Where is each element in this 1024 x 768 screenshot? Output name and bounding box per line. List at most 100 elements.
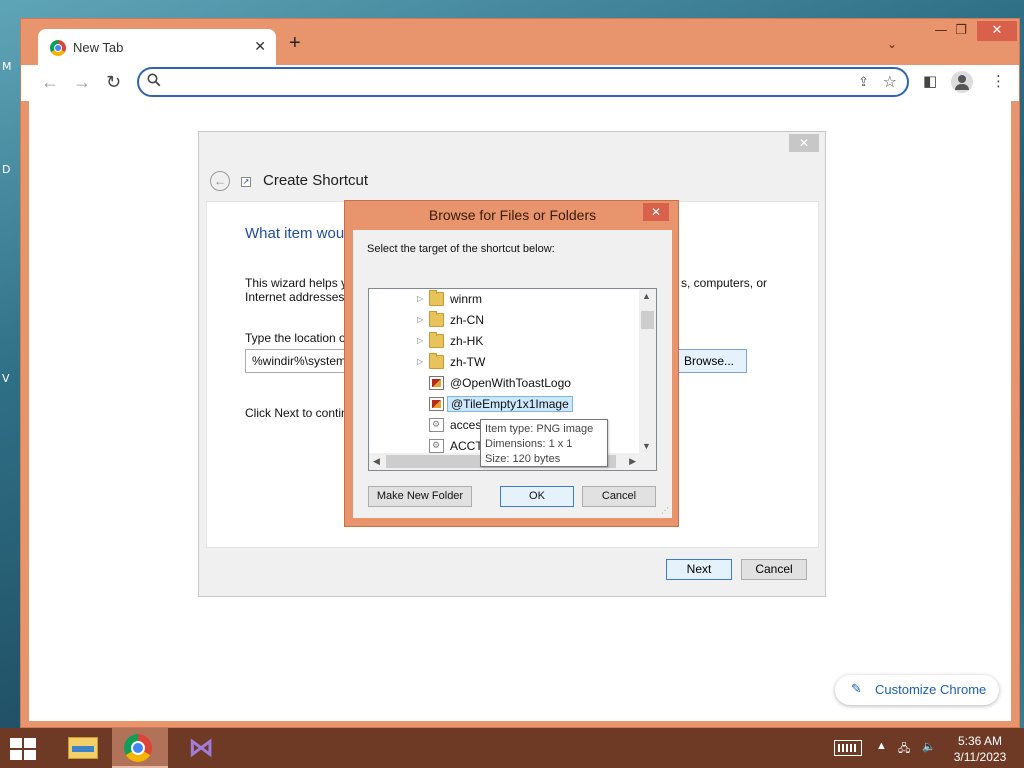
chrome-icon xyxy=(50,40,66,56)
windows-logo-icon xyxy=(10,738,22,748)
close-window-button[interactable]: ✕ xyxy=(977,21,1017,41)
wizard-title: Create Shortcut xyxy=(263,172,369,189)
scroll-down-icon[interactable]: ▼ xyxy=(642,441,651,451)
expand-arrow-icon[interactable]: ▷ xyxy=(417,294,423,303)
tooltip-item-type: Item type: PNG image xyxy=(485,423,594,435)
tree-item[interactable]: ▷ zh-HK xyxy=(369,331,637,352)
profile-avatar[interactable] xyxy=(951,71,973,93)
chrome-icon xyxy=(124,734,152,762)
volume-icon[interactable]: 🔈 xyxy=(922,740,936,753)
wizard-description-right: s, computers, or xyxy=(681,276,768,290)
scroll-left-icon[interactable]: ◀ xyxy=(373,456,380,467)
shortcut-icon: ↗ xyxy=(241,177,251,187)
browse-dialog-title: Browse for Files or Folders xyxy=(428,207,597,223)
folder-icon xyxy=(429,353,444,369)
folder-icon xyxy=(429,332,444,348)
tree-item-label: acces xyxy=(450,418,482,432)
menu-icon[interactable]: ⋮ xyxy=(991,72,1006,90)
wizard-cancel-button[interactable]: Cancel xyxy=(741,559,807,580)
windows-logo-icon xyxy=(10,750,22,760)
wizard-heading: What item wou xyxy=(245,225,345,242)
resize-grip-icon[interactable]: ⋰ xyxy=(661,506,669,515)
file-icon xyxy=(429,439,444,453)
taskbar: ⋈ ▲ 🖧 🔈 5:36 AM 3/11/2023 xyxy=(0,728,1024,768)
next-button[interactable]: Next xyxy=(666,559,732,580)
touch-keyboard-icon[interactable] xyxy=(834,740,862,756)
tooltip-size: Size: 120 bytes xyxy=(485,453,561,465)
tree-item-label: zh-TW xyxy=(450,355,486,369)
folder-icon xyxy=(429,311,444,327)
network-icon[interactable]: 🖧 xyxy=(898,740,910,759)
expand-arrow-icon[interactable]: ▷ xyxy=(417,336,423,345)
pencil-icon: ✎ xyxy=(851,681,862,696)
visual-studio-icon: ⋈ xyxy=(188,733,214,763)
tree-item[interactable]: @OpenWithToastLogo xyxy=(369,373,637,394)
ok-button[interactable]: OK xyxy=(500,486,574,507)
tab-new-tab[interactable]: New Tab ✕ xyxy=(38,29,276,67)
tooltip-dimensions: Dimensions: 1 x 1 xyxy=(485,438,573,450)
tree-item[interactable]: ▷ winrm xyxy=(369,289,637,310)
side-panel-icon[interactable]: ◧ xyxy=(923,72,937,90)
wizard-close-button[interactable]: ✕ xyxy=(789,134,819,152)
address-bar[interactable]: ⇪ ☆ xyxy=(137,67,909,97)
start-button[interactable] xyxy=(10,738,38,760)
expand-arrow-icon[interactable]: ▷ xyxy=(417,315,423,324)
taskbar-file-explorer[interactable] xyxy=(54,728,110,768)
file-explorer-icon xyxy=(68,737,98,759)
make-new-folder-button[interactable]: Make New Folder xyxy=(368,486,472,507)
tree-item[interactable]: ▷ zh-CN xyxy=(369,310,637,331)
browse-prompt: Select the target of the shortcut below: xyxy=(367,243,555,255)
vertical-scrollbar[interactable]: ▲ ▼ xyxy=(639,289,656,453)
wizard-back-button[interactable]: ← xyxy=(210,171,230,191)
taskbar-clock[interactable]: 5:36 AM 3/11/2023 xyxy=(948,733,1012,765)
tree-item[interactable]: ▷ zh-TW xyxy=(369,352,637,373)
tab-close-icon[interactable]: ✕ xyxy=(254,38,266,55)
customize-chrome-button[interactable]: ✎ Customize Chrome xyxy=(835,675,999,705)
reload-icon[interactable]: ↻ xyxy=(106,72,121,92)
scroll-up-icon[interactable]: ▲ xyxy=(642,291,651,301)
taskbar-visual-studio[interactable]: ⋈ xyxy=(176,728,232,768)
browse-close-button[interactable]: ✕ xyxy=(643,203,669,221)
browse-cancel-button[interactable]: Cancel xyxy=(582,486,656,507)
browser-toolbar: ← → ↻ ⇪ ☆ ◧ ⋮ xyxy=(21,65,1019,101)
tree-item-selected[interactable]: @TileEmpty1x1Image xyxy=(369,394,637,415)
new-tab-button[interactable]: + xyxy=(289,33,301,53)
desktop-icon-label: V xyxy=(2,372,10,385)
file-info-tooltip: Item type: PNG image Dimensions: 1 x 1 S… xyxy=(480,419,608,467)
show-hidden-icons-icon[interactable]: ▲ xyxy=(876,740,887,752)
tree-item-label: zh-CN xyxy=(450,313,485,327)
browse-button[interactable]: Browse... xyxy=(671,349,747,373)
tree-item-label: ACCT xyxy=(450,439,483,453)
clock-time: 5:36 AM xyxy=(957,734,1003,748)
png-image-icon xyxy=(429,376,444,390)
taskbar-chrome[interactable] xyxy=(112,728,168,768)
scroll-right-icon[interactable]: ▶ xyxy=(629,456,636,467)
location-label: Type the location o xyxy=(245,331,346,345)
expand-arrow-icon[interactable]: ▷ xyxy=(417,357,423,366)
tree-item-label: winrm xyxy=(450,292,482,306)
maximize-button[interactable]: ❐ xyxy=(947,21,975,41)
browse-dialog-body: Select the target of the shortcut below:… xyxy=(353,230,672,518)
windows-logo-icon xyxy=(24,738,36,748)
bookmark-star-icon[interactable]: ☆ xyxy=(883,72,897,92)
search-icon xyxy=(147,73,161,87)
desktop-icon-label: M xyxy=(2,60,12,73)
png-image-icon xyxy=(429,397,444,411)
forward-icon[interactable]: → xyxy=(73,72,91,92)
back-icon[interactable]: ← xyxy=(41,72,59,92)
clock-date: 3/11/2023 xyxy=(953,750,1007,764)
windows-logo-icon xyxy=(24,750,36,760)
share-icon[interactable]: ⇪ xyxy=(858,74,869,90)
tab-title: New Tab xyxy=(73,40,124,55)
tree-item-label: @OpenWithToastLogo xyxy=(450,376,571,390)
folder-icon xyxy=(429,290,444,306)
tab-search-icon[interactable]: ⌄ xyxy=(887,37,897,51)
scroll-thumb[interactable] xyxy=(641,311,654,329)
next-hint-text: Click Next to contin xyxy=(245,406,348,420)
wizard-description: This wizard helps yo xyxy=(245,276,354,290)
file-icon xyxy=(429,418,444,432)
browse-dialog: Browse for Files or Folders ✕ Select the… xyxy=(344,200,679,527)
customize-chrome-label: Customize Chrome xyxy=(875,682,987,697)
wizard-description: Internet addresses. xyxy=(245,290,348,304)
desktop-icon-label: D xyxy=(2,163,11,176)
